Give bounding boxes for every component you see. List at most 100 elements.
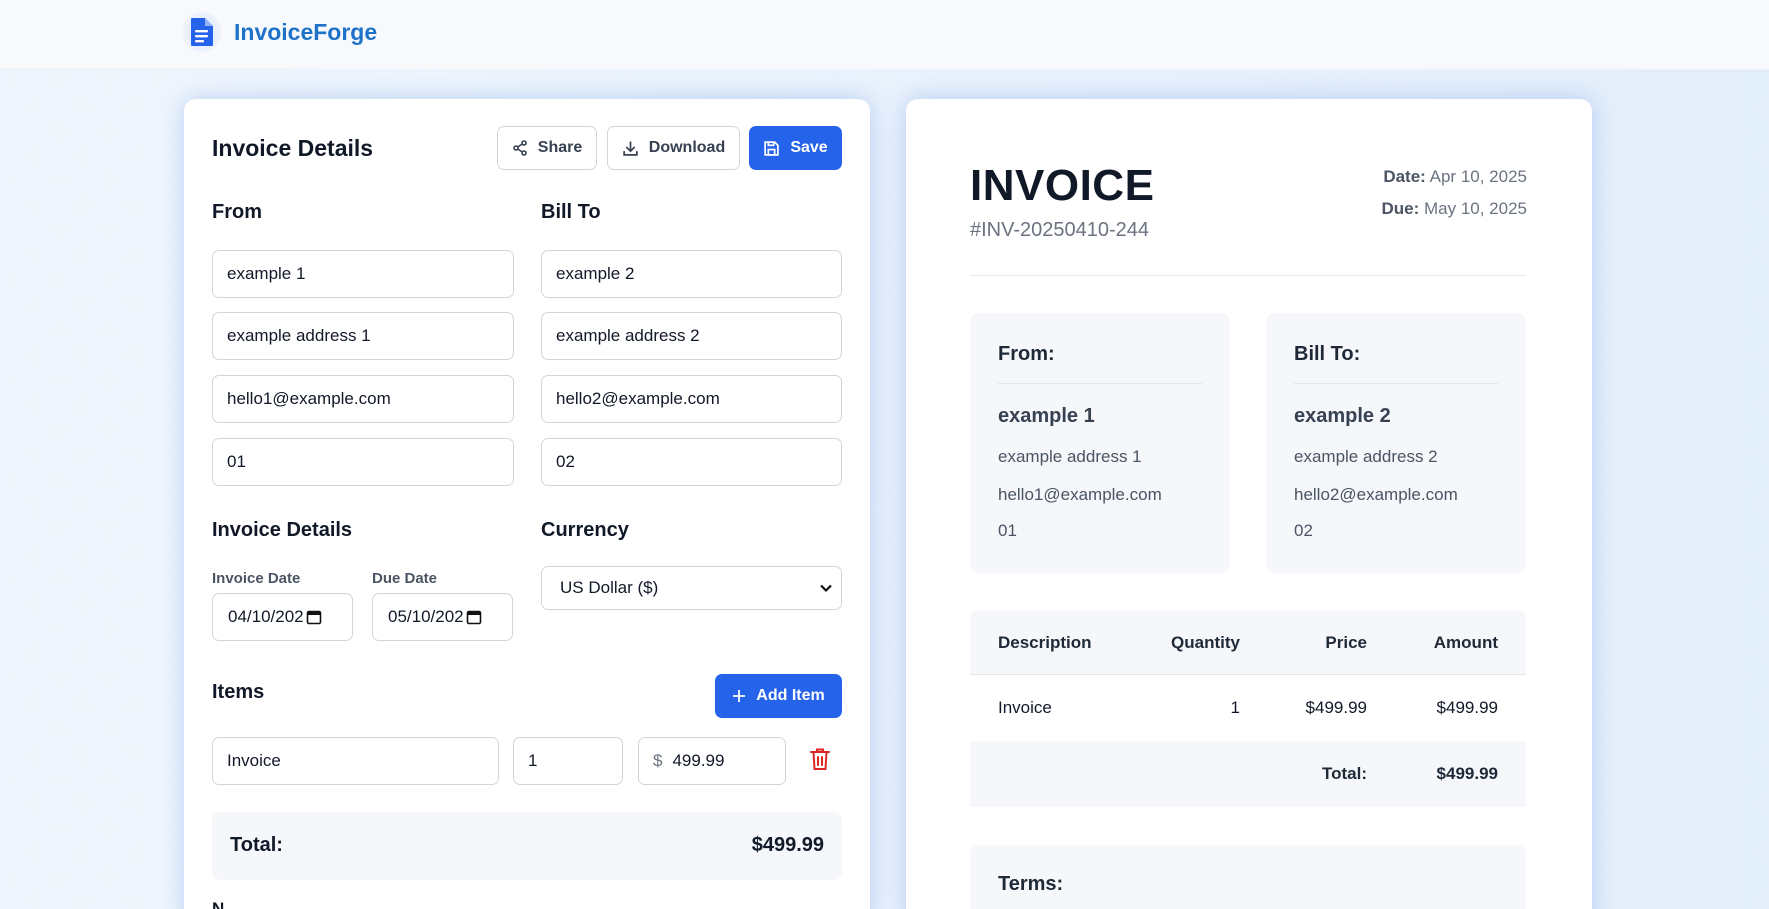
save-icon	[764, 140, 780, 156]
editor-total-box: Total: $499.99	[212, 812, 842, 880]
currency-symbol: $	[653, 751, 663, 770]
col-amount: Amount	[1433, 632, 1498, 652]
from-email-value: hello1@example.com	[227, 389, 391, 408]
item-quantity-input[interactable]: 1	[513, 737, 623, 785]
item-quantity-value: 1	[528, 751, 538, 770]
share-icon	[512, 140, 527, 156]
date-label: Date:	[1383, 167, 1426, 186]
preview-from-phone: 01	[998, 521, 1017, 540]
due-date-value: 05/10/202	[388, 607, 464, 626]
preview-bill-to-phone: 02	[1294, 521, 1313, 540]
add-item-button[interactable]: Add Item	[715, 674, 842, 718]
invoice-date-value: 04/10/202	[228, 607, 304, 626]
row-quantity: 1	[1230, 698, 1240, 717]
invoice-editor-card: Invoice Details Share Download Save From…	[184, 99, 870, 909]
invoice-date-input[interactable]: 04/10/202	[212, 593, 353, 641]
currency-select[interactable]: US Dollar ($)	[541, 566, 842, 610]
item-description-value: Invoice	[227, 751, 281, 770]
bill-to-name-input[interactable]: example 2	[541, 250, 842, 298]
document-logo-icon	[182, 12, 222, 52]
add-item-label: Add Item	[756, 687, 825, 704]
download-label: Download	[648, 139, 726, 156]
currency-value: US Dollar ($)	[560, 578, 659, 597]
row-description: Invoice	[998, 698, 1052, 717]
from-heading: From	[212, 201, 262, 223]
brand[interactable]: InvoiceForge	[182, 12, 377, 52]
terms-box: Terms:	[970, 845, 1526, 909]
col-quantity: Quantity	[1171, 632, 1240, 652]
preview-bill-to-address: example address 2	[1294, 447, 1438, 466]
plus-icon	[733, 690, 746, 702]
chevron-down-icon	[820, 584, 832, 593]
invoice-date-label: Invoice Date	[212, 570, 301, 587]
table-header: Description Quantity Price Amount	[970, 611, 1526, 675]
table-row: Invoice 1 $499.99 $499.99	[970, 675, 1526, 741]
invoice-due-line: Due: May 10, 2025	[1381, 199, 1527, 219]
top-bar: InvoiceForge	[0, 0, 1769, 70]
preview-bill-to-name: example 2	[1294, 405, 1391, 427]
from-name-value: example 1	[227, 264, 306, 283]
editor-total-label: Total:	[230, 834, 283, 856]
table-total-value: $499.99	[1436, 764, 1498, 783]
bill-to-name-value: example 2	[556, 264, 635, 283]
calendar-icon	[306, 610, 321, 625]
preview-bill-to-heading: Bill To:	[1294, 343, 1361, 365]
row-price: $499.99	[1305, 698, 1367, 717]
share-button[interactable]: Share	[497, 126, 597, 170]
save-label: Save	[790, 139, 828, 156]
preview-items-table: Description Quantity Price Amount Invoic…	[970, 611, 1526, 807]
bill-to-phone-input[interactable]: 02	[541, 438, 842, 486]
download-icon	[623, 140, 638, 156]
item-description-input[interactable]: Invoice	[212, 737, 499, 785]
bill-to-phone-value: 02	[556, 452, 575, 471]
save-button[interactable]: Save	[749, 126, 842, 170]
table-total-row: Total: $499.99	[970, 741, 1526, 807]
from-address-value: example address 1	[227, 326, 371, 345]
row-amount: $499.99	[1436, 698, 1498, 717]
invoice-date-line: Date: Apr 10, 2025	[1383, 167, 1527, 187]
invoice-preview-card: INVOICE #INV-20250410-244 Date: Apr 10, …	[906, 99, 1592, 909]
invoice-number: #INV-20250410-244	[970, 219, 1150, 241]
date-value: Apr 10, 2025	[1429, 167, 1527, 186]
from-email-input[interactable]: hello1@example.com	[212, 375, 514, 423]
invoice-details-heading: Invoice Details	[212, 519, 353, 541]
terms-heading: Terms:	[998, 873, 1064, 895]
preview-from-heading: From:	[998, 343, 1055, 365]
divider	[998, 383, 1202, 384]
due-value: May 10, 2025	[1423, 199, 1527, 218]
due-date-input[interactable]: 05/10/202	[372, 593, 513, 641]
preview-bill-to-email: hello2@example.com	[1294, 485, 1458, 504]
calendar-icon	[466, 610, 481, 625]
preview-from-email: hello1@example.com	[998, 485, 1162, 504]
preview-from-name: example 1	[998, 405, 1095, 427]
from-name-input[interactable]: example 1	[212, 250, 514, 298]
table-total-label: Total:	[1321, 764, 1367, 783]
download-button[interactable]: Download	[607, 126, 740, 170]
preview-from-box: From: example 1 example address 1 hello1…	[970, 313, 1230, 573]
bill-to-address-value: example address 2	[556, 326, 700, 345]
from-phone-value: 01	[227, 452, 246, 471]
header-divider	[970, 275, 1526, 276]
divider	[1294, 383, 1498, 384]
bill-to-address-input[interactable]: example address 2	[541, 312, 842, 360]
item-price-input[interactable]: $ 499.99	[638, 737, 786, 785]
preview-from-address: example address 1	[998, 447, 1142, 466]
col-description: Description	[998, 632, 1092, 652]
editor-title: Invoice Details	[212, 135, 374, 161]
due-date-label: Due Date	[372, 570, 438, 587]
invoice-title: INVOICE	[970, 161, 1155, 210]
notes-label: N	[212, 899, 225, 909]
editor-total-value: $499.99	[751, 834, 824, 856]
col-price: Price	[1325, 632, 1367, 652]
bill-to-email-value: hello2@example.com	[556, 389, 720, 408]
app-name: InvoiceForge	[234, 18, 378, 45]
item-price-value: 499.99	[672, 751, 725, 770]
bill-to-heading: Bill To	[541, 201, 601, 223]
items-heading: Items	[212, 681, 265, 703]
trash-icon[interactable]	[809, 747, 833, 773]
from-address-input[interactable]: example address 1	[212, 312, 514, 360]
bill-to-email-input[interactable]: hello2@example.com	[541, 375, 842, 423]
from-phone-input[interactable]: 01	[212, 438, 514, 486]
share-label: Share	[537, 139, 583, 156]
due-label: Due:	[1381, 199, 1420, 218]
